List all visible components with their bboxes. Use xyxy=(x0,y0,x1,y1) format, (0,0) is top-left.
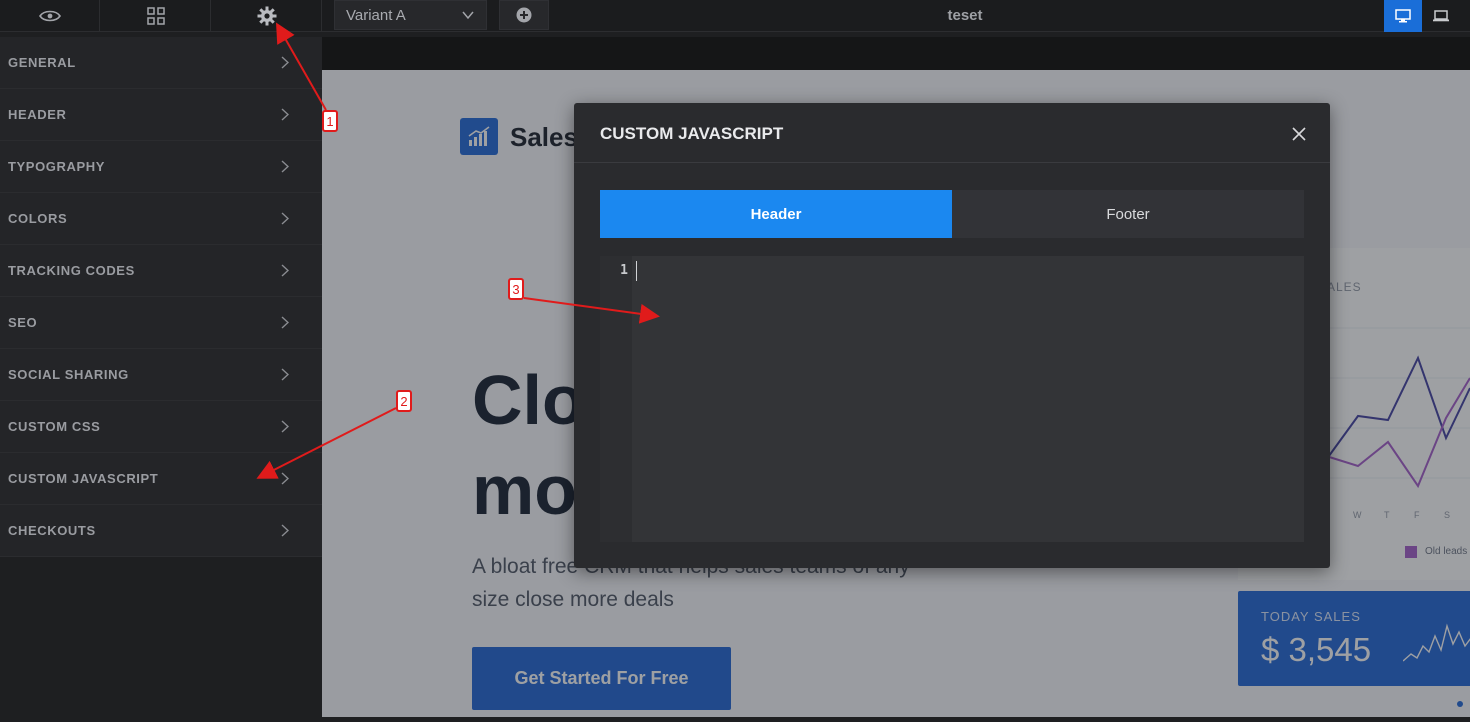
sidebar-item-label: TRACKING CODES xyxy=(8,263,135,278)
sidebar-item-colors[interactable]: COLORS xyxy=(0,193,322,245)
settings-button[interactable] xyxy=(212,0,322,32)
laptop-icon xyxy=(1433,10,1449,22)
laptop-view-button[interactable] xyxy=(1422,0,1460,32)
grid-icon xyxy=(146,7,165,25)
sidebar-item-header[interactable]: HEADER xyxy=(0,89,322,141)
variant-select[interactable]: Variant A xyxy=(334,0,487,30)
sidebar-item-label: COLORS xyxy=(8,211,68,226)
chevron-right-icon xyxy=(281,368,289,381)
sidebar-item-label: SOCIAL SHARING xyxy=(8,367,129,382)
layout-button[interactable] xyxy=(101,0,211,32)
modal-header: CUSTOM JAVASCRIPT xyxy=(574,103,1330,163)
top-toolbar: Variant A teset xyxy=(0,0,1470,32)
sidebar-item-general[interactable]: GENERAL xyxy=(0,37,322,89)
chevron-right-icon xyxy=(281,160,289,173)
chevron-right-icon xyxy=(281,420,289,433)
sidebar-item-typography[interactable]: TYPOGRAPHY xyxy=(0,141,322,193)
text-cursor xyxy=(636,261,637,281)
custom-javascript-modal: CUSTOM JAVASCRIPT Header Footer 1 xyxy=(574,103,1330,568)
variant-label: Variant A xyxy=(346,6,406,24)
chevron-right-icon xyxy=(281,524,289,537)
close-icon xyxy=(1292,127,1306,141)
sidebar-item-custom-javascript[interactable]: CUSTOM JAVASCRIPT xyxy=(0,453,322,505)
page-name: teset xyxy=(947,7,983,24)
chevron-right-icon xyxy=(281,108,289,121)
gear-icon xyxy=(257,6,276,26)
sidebar-item-label: CUSTOM CSS xyxy=(8,419,101,434)
chevron-right-icon xyxy=(281,56,289,69)
close-button[interactable] xyxy=(1288,123,1310,145)
sidebar-item-label: SEO xyxy=(8,315,38,330)
chevron-right-icon xyxy=(281,212,289,225)
sidebar-item-social-sharing[interactable]: SOCIAL SHARING xyxy=(0,349,322,401)
sidebar-item-label: CUSTOM JAVASCRIPT xyxy=(8,471,159,486)
line-number: 1 xyxy=(620,263,628,278)
chevron-right-icon xyxy=(281,264,289,277)
canvas-top-strip xyxy=(322,37,1470,70)
sidebar-item-seo[interactable]: SEO xyxy=(0,297,322,349)
tab-footer[interactable]: Footer xyxy=(952,190,1304,238)
modal-title: CUSTOM JAVASCRIPT xyxy=(600,124,784,143)
chevron-right-icon xyxy=(281,316,289,329)
sidebar-item-label: TYPOGRAPHY xyxy=(8,159,106,174)
sidebar-item-custom-css[interactable]: CUSTOM CSS xyxy=(0,401,322,453)
desktop-view-button[interactable] xyxy=(1384,0,1422,32)
eye-icon xyxy=(38,10,61,22)
sidebar-item-label: HEADER xyxy=(8,107,67,122)
tab-header[interactable]: Header xyxy=(600,190,952,238)
sidebar-item-label: GENERAL xyxy=(8,55,76,70)
line-number-gutter: 1 xyxy=(600,256,632,542)
code-editor[interactable]: 1 xyxy=(600,256,1304,542)
plus-circle-icon xyxy=(516,7,532,23)
code-input-area[interactable] xyxy=(632,256,1304,542)
preview-button[interactable] xyxy=(0,0,100,32)
desktop-icon xyxy=(1395,9,1411,23)
settings-sidebar: GENERAL HEADER TYPOGRAPHY COLORS TRACKIN… xyxy=(0,37,322,717)
chevron-down-icon xyxy=(462,11,474,20)
add-variant-button[interactable] xyxy=(499,0,549,30)
sidebar-item-tracking-codes[interactable]: TRACKING CODES xyxy=(0,245,322,297)
sidebar-item-label: CHECKOUTS xyxy=(8,523,96,538)
chevron-right-icon xyxy=(281,472,289,485)
sidebar-item-checkouts[interactable]: CHECKOUTS xyxy=(0,505,322,557)
